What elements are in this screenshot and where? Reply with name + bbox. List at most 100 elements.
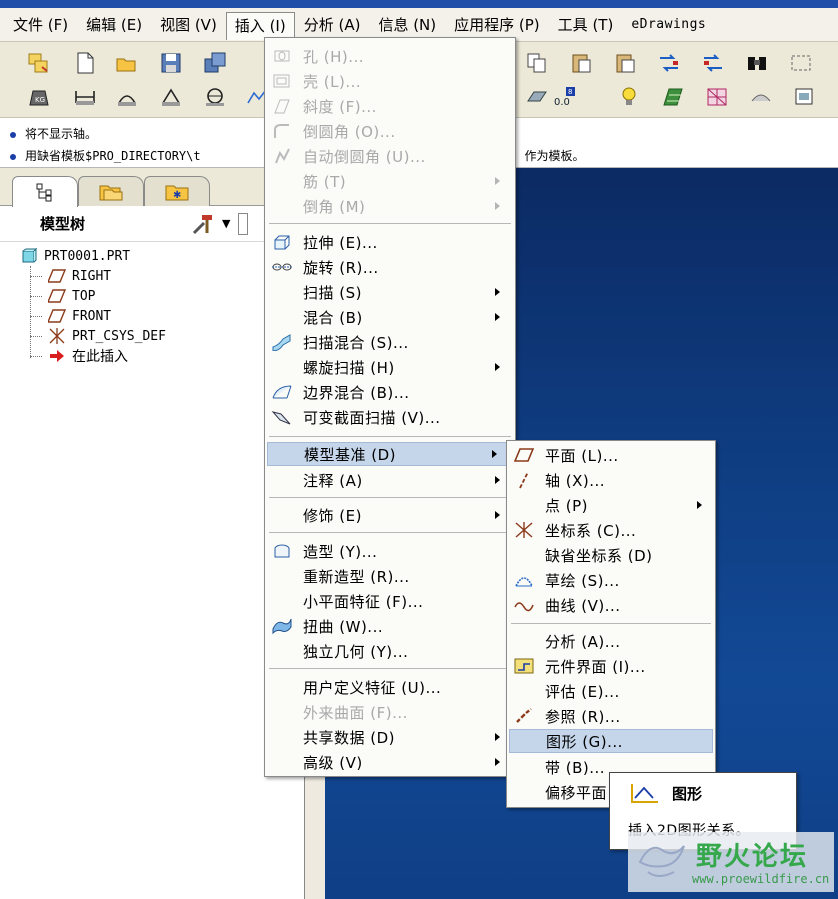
menu-item-model-datum[interactable]: 模型基准 (D) [267,442,507,466]
paste-special-icon[interactable] [612,50,638,76]
menu-item-independent-geometry[interactable]: 独立几何 (Y)... [267,639,513,663]
menu-item-facet-feature[interactable]: 小平面特征 (F)... [267,589,513,613]
measure-length-icon[interactable] [114,84,140,110]
menu-item-round[interactable]: 倒圆角 (O)... [267,119,513,143]
datum-plane-icon [48,287,66,305]
menu-item-restyle[interactable]: 重新造型 (R)... [267,564,513,588]
tab-favorites[interactable]: ✱ [144,176,210,206]
menu-insert[interactable]: 插入 (I) [225,11,295,40]
menu-item-udf[interactable]: 用户定义特征 (U)... [267,675,513,699]
tree-connector [30,296,42,297]
menu-item-reference[interactable]: 参照 (R)... [509,704,713,728]
datum-plane-icon [513,445,535,465]
menu-item-default-csys[interactable]: 缺省坐标系 (D) [509,543,713,567]
lightbulb-icon[interactable] [616,84,642,110]
menu-item-boundary-blend[interactable]: 边界混合 (B)... [267,380,513,404]
menu-item-csys[interactable]: 坐标系 (C)... [509,518,713,542]
tree-item-right-plane[interactable]: RIGHT [48,266,111,286]
menu-view[interactable]: 视图 (V) [151,12,226,38]
var-sweep-icon [271,407,293,427]
datum-axis-icon [513,470,535,490]
menu-item-swept-blend[interactable]: 扫描混合 (S)... [267,330,513,354]
menu-item-graph[interactable]: 图形 (G)... [509,729,713,753]
find-binoculars-icon[interactable] [744,50,770,76]
menu-separator [269,532,511,533]
tree-item-top-plane[interactable]: TOP [48,286,95,306]
revolve-icon [271,257,293,277]
datum-display-icon[interactable] [660,84,686,110]
select-box-icon[interactable] [788,50,814,76]
menu-item-evaluate[interactable]: 评估 (E)... [509,679,713,703]
submenu-arrow-icon [495,758,500,766]
menu-item-draft[interactable]: 斜度 (F)... [267,94,513,118]
menu-edit[interactable]: 编辑 (E) [77,12,151,38]
menu-item-extrude[interactable]: 拉伸 (E)... [267,230,513,254]
copy-icon[interactable] [524,50,550,76]
tree-item-front-plane[interactable]: FRONT [48,306,111,326]
tree-settings-dropdown-icon[interactable]: ▼ [222,217,230,230]
menu-item-rib[interactable]: 筋 (T) [267,169,513,193]
menu-item-revolve[interactable]: 旋转 (R)... [267,255,513,279]
menu-item-datum-axis[interactable]: 轴 (X)... [509,468,713,492]
open-icon[interactable] [114,50,140,76]
regen-manager-icon[interactable] [700,50,726,76]
tree-settings-icon[interactable] [190,211,218,237]
menu-item-cosmetic[interactable]: 修饰 (E) [267,503,513,527]
menu-item-advanced[interactable]: 高级 (V) [267,750,513,774]
view-shade-icon[interactable] [524,84,550,110]
stats-icon[interactable]: 0.0 8 [552,84,578,110]
menu-separator [269,436,511,437]
menu-item-curve[interactable]: 曲线 (V)... [509,593,713,617]
manikin-icon[interactable] [748,84,774,110]
menu-item-shared-data[interactable]: 共享数据 (D) [267,725,513,749]
paste-icon[interactable] [568,50,594,76]
tree-connector [30,336,42,337]
menu-info[interactable]: 信息 (N) [369,12,445,38]
menu-edrawings[interactable]: eDrawings [622,12,715,38]
measure-diameter-icon[interactable] [202,84,228,110]
menu-applications[interactable]: 应用程序 (P) [445,12,549,38]
tree-columns-icon[interactable] [238,212,249,235]
menu-analysis[interactable]: 分析 (A) [295,12,370,38]
csys-icon [513,520,535,540]
menu-item-datum-point[interactable]: 点 (P) [509,493,713,517]
menu-item-style[interactable]: 造型 (Y)... [267,539,513,563]
measure-angle-icon[interactable] [158,84,184,110]
menu-item-datum-analysis[interactable]: 分析 (A)... [509,629,713,653]
menu-tools[interactable]: 工具 (T) [549,12,623,38]
menu-item-warp[interactable]: 扭曲 (W)... [267,614,513,638]
menu-item-hole[interactable]: 孔 (H)... [267,44,513,68]
menu-item-component-interface[interactable]: 元件界面 (I)... [509,654,713,678]
menu-item-auto-round[interactable]: 自动倒圆角 (U)... [267,144,513,168]
menu-file[interactable]: 文件 (F) [4,12,77,38]
tab-folder-browser[interactable] [78,176,144,206]
menu-item-chamfer[interactable]: 倒角 (M) [267,194,513,218]
mesh-icon[interactable] [704,84,730,110]
menu-separator [269,497,511,498]
open-folder-icon[interactable] [26,50,52,76]
tree-item-insert-here[interactable]: 在此插入 [48,346,128,366]
menu-item-datum-plane[interactable]: 平面 (L)... [509,443,713,467]
swept-blend-icon [271,332,293,352]
menu-item-sweep[interactable]: 扫描 (S) [267,280,513,304]
regenerate-icon[interactable] [656,50,682,76]
save-icon[interactable] [158,50,184,76]
folder-browser-icon [99,185,123,200]
tree-item-part[interactable]: PRT0001.PRT [20,246,130,266]
save-copy-icon[interactable] [202,50,228,76]
menu-item-variable-section-sweep[interactable]: 可变截面扫描 (V)... [267,405,513,429]
new-file-icon[interactable] [72,50,98,76]
datum-plane-icon [48,307,66,325]
view-manager-icon[interactable] [792,84,818,110]
menu-item-sketch[interactable]: 草绘 (S)... [509,568,713,592]
mass-props-icon[interactable]: KG [26,84,52,110]
tab-model-tree[interactable] [12,176,78,207]
menu-item-blend[interactable]: 混合 (B) [267,305,513,329]
measure-distance-icon[interactable] [72,84,98,110]
menu-item-foreign-surface[interactable]: 外来曲面 (F)... [267,700,513,724]
menu-item-annotation[interactable]: 注释 (A) [267,468,513,492]
menu-item-helical-sweep[interactable]: 螺旋扫描 (H) [267,355,513,379]
tree-item-csys[interactable]: PRT_CSYS_DEF [48,326,166,346]
menu-separator [511,623,711,624]
menu-item-shell[interactable]: 壳 (L)... [267,69,513,93]
